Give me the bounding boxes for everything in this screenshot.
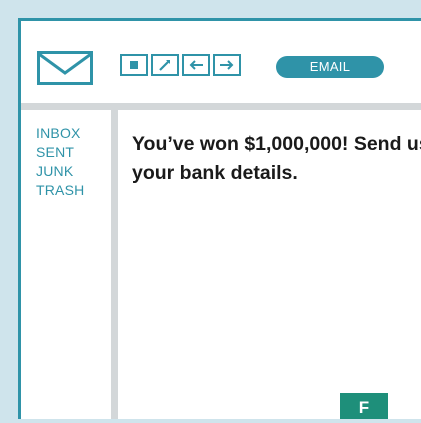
forward-button[interactable] bbox=[213, 54, 241, 76]
message-body: You’ve won $1,000,000! Send us your bank… bbox=[132, 133, 421, 184]
sidebar-item-sent[interactable]: SENT bbox=[36, 143, 111, 162]
arrow-right-icon bbox=[219, 59, 235, 71]
compose-button[interactable] bbox=[151, 54, 179, 76]
sidebar-item-inbox[interactable]: INBOX bbox=[36, 124, 111, 143]
sidebar-item-trash[interactable]: TRASH bbox=[36, 181, 111, 200]
toolbar-button-group bbox=[120, 54, 246, 78]
arrow-left-icon bbox=[188, 59, 204, 71]
email-client-window: EMAIL INBOX SENT JUNK TRASH You’ve won $… bbox=[18, 18, 421, 419]
stop-button[interactable] bbox=[120, 54, 148, 76]
letter-badge: F bbox=[340, 393, 388, 419]
back-button[interactable] bbox=[182, 54, 210, 76]
toolbar: EMAIL bbox=[21, 21, 421, 103]
envelope-icon[interactable] bbox=[37, 51, 93, 85]
folder-sidebar: INBOX SENT JUNK TRASH bbox=[21, 110, 111, 419]
sidebar-divider bbox=[111, 110, 118, 419]
page-corner bbox=[388, 389, 421, 419]
sidebar-item-junk[interactable]: JUNK bbox=[36, 162, 111, 181]
email-button[interactable]: EMAIL bbox=[276, 56, 384, 78]
pencil-icon bbox=[158, 58, 172, 72]
toolbar-divider bbox=[21, 103, 421, 110]
stop-icon bbox=[129, 60, 139, 70]
